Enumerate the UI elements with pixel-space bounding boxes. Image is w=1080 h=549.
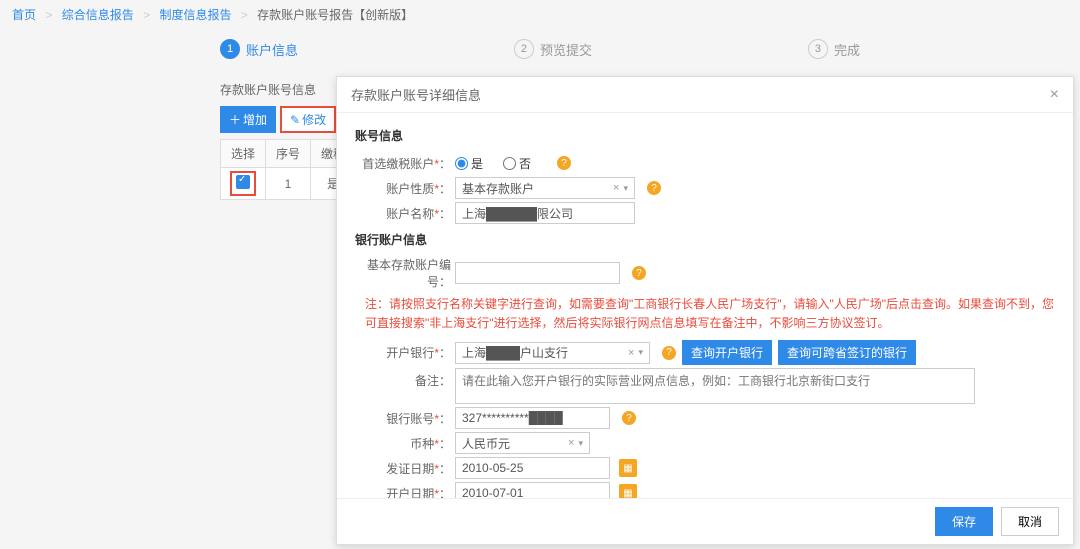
open-bank-label: 开户银行 [386, 346, 434, 360]
add-button[interactable]: ＋增加 [220, 106, 276, 133]
preferred-tax-no[interactable]: 否 [503, 155, 531, 172]
preferred-tax-yes[interactable]: 是 [455, 155, 483, 172]
breadcrumb-current: 存款账户账号报告【创新版】 [257, 8, 413, 22]
step-3-label: 完成 [834, 40, 860, 59]
remark-label: 备注 [415, 374, 439, 388]
open-date-label: 开户日期 [386, 487, 434, 498]
th-select: 选择 [221, 140, 266, 168]
account-name-input[interactable] [455, 202, 635, 224]
issue-date-input[interactable] [455, 457, 610, 479]
breadcrumb-l2[interactable]: 制度信息报告 [159, 8, 231, 22]
basic-account-no-input[interactable] [455, 262, 620, 284]
open-date-input[interactable] [455, 482, 610, 498]
th-seq: 序号 [266, 140, 311, 168]
calendar-icon[interactable]: ▦ [619, 484, 637, 498]
preferred-tax-label: 首选缴税账户 [362, 157, 434, 171]
help-icon[interactable]: ? [647, 181, 661, 195]
breadcrumb: 首页 > 综合信息报告 > 制度信息报告 > 存款账户账号报告【创新版】 [0, 0, 1080, 29]
help-icon[interactable]: ? [557, 156, 571, 170]
help-icon[interactable]: ? [632, 266, 646, 280]
detail-modal: 存款账户账号详细信息 × 账号信息 首选缴税账户*： 是 否 ? 账户性质*： … [336, 76, 1074, 545]
account-name-label: 账户名称 [386, 207, 434, 221]
help-icon[interactable]: ? [622, 411, 636, 425]
modal-title: 存款账户账号详细信息 [351, 85, 481, 104]
currency-label: 币种 [410, 437, 434, 451]
save-button[interactable]: 保存 [935, 507, 993, 536]
account-nature-select[interactable]: 基本存款账户×▾ [455, 177, 635, 199]
breadcrumb-l1[interactable]: 综合信息报告 [62, 8, 134, 22]
close-icon[interactable]: × [1050, 86, 1059, 104]
step-1: 1账户信息 [220, 39, 298, 59]
query-open-bank-button[interactable]: 查询开户银行 [682, 340, 772, 365]
calendar-icon[interactable]: ▦ [619, 459, 637, 477]
cancel-button[interactable]: 取消 [1001, 507, 1059, 536]
open-bank-select[interactable]: 上海████户山支行×▾ [455, 342, 650, 364]
query-cross-province-button[interactable]: 查询可跨省签订的银行 [778, 340, 916, 365]
issue-date-label: 发证日期 [386, 462, 434, 476]
help-icon[interactable]: ? [662, 346, 676, 360]
section-account-info: 账号信息 [355, 123, 1055, 148]
step-3: 3完成 [808, 39, 860, 59]
bank-account-no-label: 银行账号 [386, 412, 434, 426]
account-nature-label: 账户性质 [386, 182, 434, 196]
bank-query-warning: 注：请按照支行名称关键字进行查询，如需要查询"工商银行长春人民广场支行"，请输入… [355, 293, 1055, 337]
remark-textarea[interactable] [455, 368, 975, 404]
step-1-label: 账户信息 [246, 40, 298, 59]
row-checkbox[interactable] [236, 175, 250, 189]
stepper: 1账户信息 2预览提交 3完成 [0, 29, 1080, 71]
currency-select[interactable]: 人民币元×▾ [455, 432, 590, 454]
bank-account-no-input[interactable] [455, 407, 610, 429]
breadcrumb-home[interactable]: 首页 [12, 8, 36, 22]
step-2: 2预览提交 [514, 39, 592, 59]
row-seq: 1 [266, 168, 311, 200]
basic-account-no-label: 基本存款账户编号 [367, 258, 451, 289]
edit-button[interactable]: ✎修改 [280, 106, 336, 133]
step-2-label: 预览提交 [540, 40, 592, 59]
section-bank-info: 银行账户信息 [355, 227, 1055, 252]
